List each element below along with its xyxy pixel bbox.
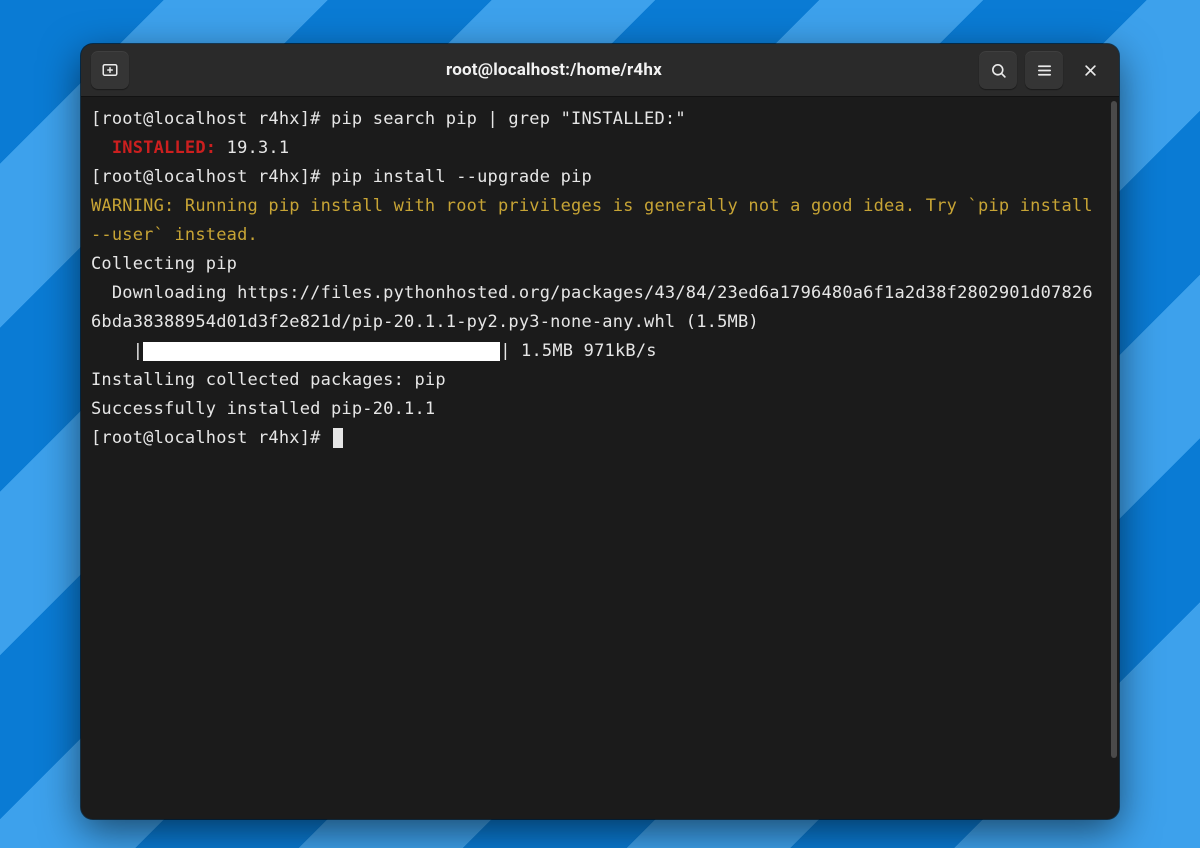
scrollbar[interactable] xyxy=(1109,97,1119,819)
terminal-window: root@localhost:/home/r4hx xyxy=(81,44,1119,819)
progress-prefix: | xyxy=(91,341,143,361)
terminal-body-wrap: [root@localhost r4hx]# pip search pip | … xyxy=(81,97,1119,819)
command-1: pip search pip | grep "INSTALLED:" xyxy=(331,109,686,129)
prompt: [root@localhost r4hx]# xyxy=(91,428,331,448)
output-success: Successfully installed pip-20.1.1 xyxy=(91,399,435,419)
new-tab-button[interactable] xyxy=(91,51,129,89)
command-2: pip install --upgrade pip xyxy=(331,167,592,187)
warning-text: WARNING: Running pip install with root p… xyxy=(91,196,1103,245)
menu-icon xyxy=(1036,62,1053,79)
cursor xyxy=(333,428,343,448)
close-icon xyxy=(1083,63,1098,78)
close-button[interactable] xyxy=(1071,51,1109,89)
search-icon xyxy=(990,62,1007,79)
installed-version: 19.3.1 xyxy=(227,138,290,158)
window-title: root@localhost:/home/r4hx xyxy=(137,60,971,80)
terminal-body[interactable]: [root@localhost r4hx]# pip search pip | … xyxy=(81,97,1109,819)
output-downloading: Downloading https://files.pythonhosted.o… xyxy=(91,283,1093,332)
new-tab-icon xyxy=(101,61,119,79)
progress-bar xyxy=(143,342,500,361)
output-installing: Installing collected packages: pip xyxy=(91,370,446,390)
prompt: [root@localhost r4hx]# xyxy=(91,109,331,129)
titlebar: root@localhost:/home/r4hx xyxy=(81,44,1119,97)
desktop-background: root@localhost:/home/r4hx xyxy=(0,0,1200,848)
progress-suffix: | 1.5MB 971kB/s xyxy=(500,341,657,361)
output-collecting: Collecting pip xyxy=(91,254,237,274)
search-button[interactable] xyxy=(979,51,1017,89)
scrollbar-thumb[interactable] xyxy=(1111,101,1117,758)
menu-button[interactable] xyxy=(1025,51,1063,89)
installed-label: INSTALLED: xyxy=(91,138,227,158)
prompt: [root@localhost r4hx]# xyxy=(91,167,331,187)
